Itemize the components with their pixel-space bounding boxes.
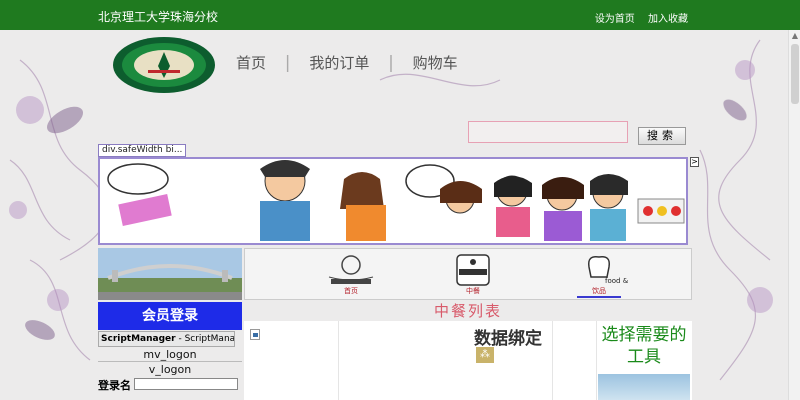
script-manager-control: ScriptManager - ScriptManager1 bbox=[98, 331, 235, 347]
page-scrollbar[interactable]: ▲ bbox=[788, 30, 800, 400]
search-input[interactable] bbox=[468, 121, 628, 143]
university-logo[interactable] bbox=[112, 36, 216, 94]
top-bar: 北京理工大学珠海分校 设为首页 加入收藏 bbox=[0, 0, 800, 30]
category-caption: 首页 bbox=[344, 287, 358, 295]
banner-illustration bbox=[100, 159, 686, 243]
add-favorite-link[interactable]: 加入收藏 bbox=[648, 14, 688, 25]
tool-image bbox=[598, 374, 690, 400]
menu-list-title: 中餐列表 bbox=[433, 302, 502, 320]
nav-my-orders[interactable]: 我的订单 bbox=[309, 52, 369, 73]
svg-text:food &: food & bbox=[605, 277, 629, 285]
chef-hat-icon: food & bbox=[587, 255, 629, 285]
scrollbar-thumb[interactable] bbox=[791, 44, 799, 104]
category-caption: 中餐 bbox=[466, 287, 480, 295]
campus-photo bbox=[98, 248, 242, 300]
login-row: 登录名 bbox=[98, 377, 242, 392]
restaurant-badge-icon bbox=[456, 254, 490, 286]
search-button[interactable]: 搜索 bbox=[638, 127, 686, 145]
nav-separator: | bbox=[388, 53, 394, 73]
site-title: 北京理工大学珠海分校 bbox=[98, 10, 219, 24]
column-divider bbox=[552, 321, 553, 400]
nav-home[interactable]: 首页 bbox=[236, 52, 266, 73]
category-food-drinks[interactable]: food & 饮品 bbox=[569, 253, 629, 298]
member-login-header: 会员登录 bbox=[98, 302, 242, 330]
main-nav: 首页 | 我的订单 | 购物车 bbox=[236, 52, 458, 73]
login-name-input[interactable] bbox=[134, 378, 238, 390]
active-category-indicator bbox=[577, 296, 621, 298]
restaurant-logo-icon bbox=[328, 255, 374, 284]
tool-title: 选择需要的工具 bbox=[601, 325, 687, 367]
databind-title: 数据绑定 bbox=[474, 329, 542, 349]
scroll-up-icon[interactable]: ▲ bbox=[789, 30, 800, 42]
top-links: 设为首页 加入收藏 bbox=[585, 10, 688, 25]
broken-image-icon bbox=[250, 329, 260, 340]
smart-tag-icon[interactable]: ⁂ bbox=[476, 347, 494, 363]
design-element-tag: div.safeWidth bi... bbox=[98, 144, 187, 157]
promo-banner[interactable] bbox=[98, 157, 688, 245]
column-divider bbox=[596, 321, 597, 400]
nav-cart[interactable]: 购物车 bbox=[413, 52, 458, 73]
view-control: v_logon bbox=[148, 363, 192, 376]
category-restaurant-second[interactable]: 中餐 bbox=[443, 253, 503, 297]
login-name-label: 登录名 bbox=[98, 379, 131, 392]
nav-separator: | bbox=[284, 53, 291, 73]
script-manager-id: - ScriptManager1 bbox=[178, 334, 235, 344]
set-home-link[interactable]: 设为首页 bbox=[595, 14, 635, 25]
category-bar: 首页 中餐 food & 饮品 bbox=[244, 248, 692, 300]
category-restaurant-first[interactable]: 首页 bbox=[321, 253, 381, 297]
multiview-control: mv_logon bbox=[98, 348, 242, 362]
expand-icon[interactable]: > bbox=[690, 157, 699, 167]
category-caption: 饮品 bbox=[592, 287, 606, 295]
script-manager-type: ScriptManager bbox=[101, 334, 176, 344]
menu-content-area: 数据绑定 ⁂ 选择需要的工具 bbox=[244, 321, 692, 400]
column-divider bbox=[338, 321, 339, 400]
